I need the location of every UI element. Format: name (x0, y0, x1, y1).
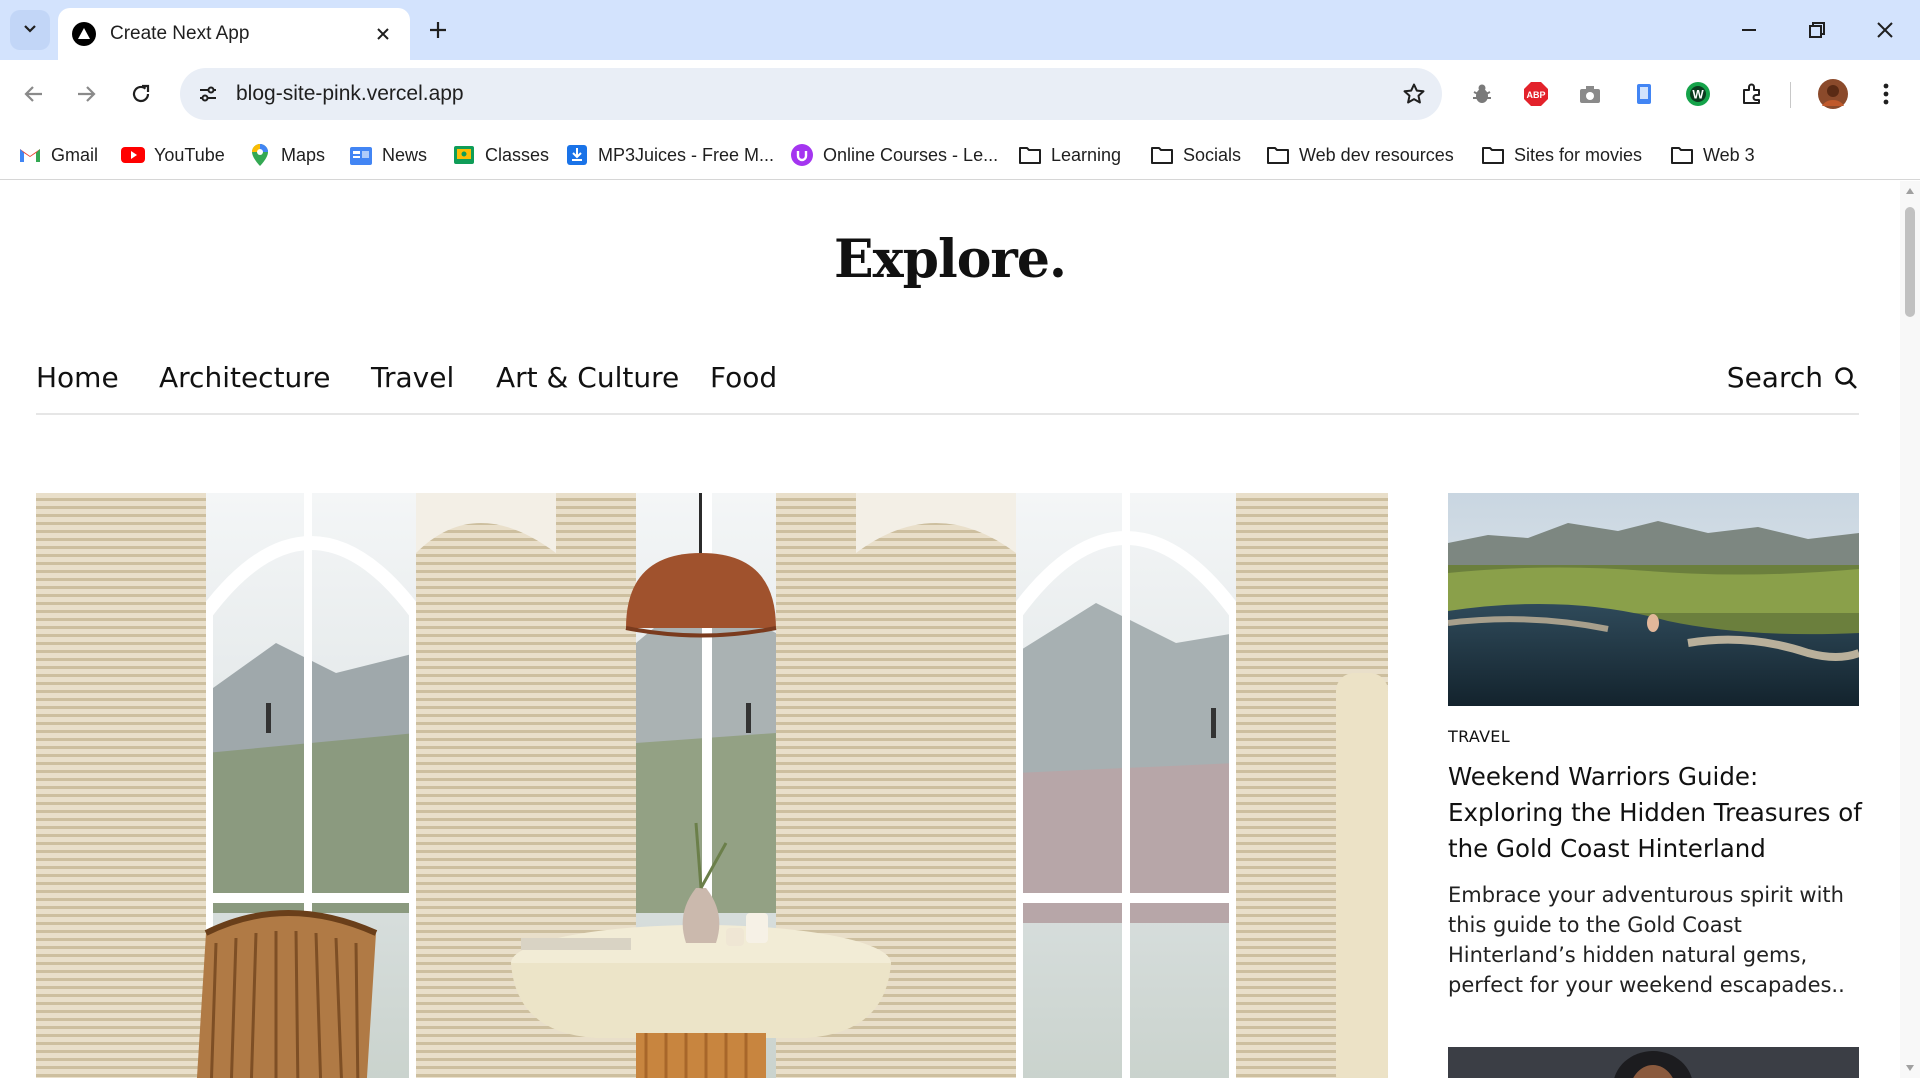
bookmark-folder-web-dev[interactable]: Web dev resources (1266, 140, 1454, 170)
new-tab-button[interactable] (422, 14, 454, 46)
news-icon (349, 143, 373, 167)
bookmark-label: News (382, 144, 428, 165)
bookmark-star-icon[interactable] (1400, 80, 1428, 108)
bookmark-online-courses[interactable]: Online Courses - Le... (790, 140, 998, 170)
main-navigation: Home Architecture Travel Art & Culture F… (36, 361, 1859, 415)
tab-strip: Create Next App (0, 0, 1920, 60)
search-label: Search (1726, 361, 1823, 394)
bookmark-label: Learning (1051, 144, 1122, 165)
nav-food[interactable]: Food (710, 361, 777, 394)
close-window-button[interactable] (1860, 10, 1910, 50)
bookmark-label: Classes (485, 144, 550, 165)
bookmark-label: Web dev resources (1299, 144, 1454, 165)
bookmark-classes[interactable]: Classes (452, 140, 549, 170)
more-menu-icon[interactable] (1868, 76, 1904, 112)
next-article-image[interactable] (1448, 1047, 1859, 1078)
bookmark-folder-socials[interactable]: Socials (1150, 140, 1241, 170)
tab-search-button[interactable] (10, 10, 50, 50)
tab-title: Create Next App (110, 23, 250, 44)
bookmark-label: YouTube (154, 144, 225, 165)
download-icon (565, 143, 589, 167)
bookmark-gmail[interactable]: Gmail (18, 140, 98, 170)
reload-button[interactable] (121, 74, 161, 114)
camera-extension-icon[interactable] (1572, 76, 1608, 112)
svg-text:W: W (1692, 88, 1704, 102)
svg-text:ABP: ABP (1526, 90, 1545, 100)
nav-architecture[interactable]: Architecture (159, 361, 330, 394)
profile-avatar[interactable] (1815, 76, 1851, 112)
folder-icon (1150, 143, 1174, 167)
bookmark-label: Web 3 (1703, 144, 1755, 165)
travel-article-image[interactable] (1448, 493, 1859, 706)
youtube-icon (121, 143, 145, 167)
restore-button[interactable] (1792, 10, 1842, 50)
article-category[interactable]: TRAVEL (1448, 727, 1510, 746)
bookmarks-bar: Gmail YouTube Maps News Classes MP3Juice… (0, 130, 1920, 180)
maps-icon (248, 143, 272, 167)
address-bar[interactable]: blog-site-pink.vercel.app (180, 68, 1442, 120)
scroll-down-arrow-icon[interactable] (1905, 1064, 1915, 1072)
nav-art-culture[interactable]: Art & Culture (496, 361, 679, 394)
bookmark-folder-movies[interactable]: Sites for movies (1481, 140, 1642, 170)
search-button[interactable]: Search (1727, 361, 1859, 394)
search-icon (1835, 366, 1857, 389)
back-button[interactable] (14, 74, 54, 114)
grammar-extension-icon[interactable]: W (1680, 76, 1716, 112)
bookmark-folder-web3[interactable]: Web 3 (1670, 140, 1755, 170)
browser-toolbar: blog-site-pink.vercel.app ABP W (0, 60, 1920, 130)
close-tab-icon[interactable] (370, 21, 396, 47)
scroll-up-arrow-icon[interactable] (1905, 187, 1915, 195)
bookmark-maps[interactable]: Maps (248, 140, 325, 170)
toolbar-divider (1790, 82, 1791, 108)
page-scrollbar[interactable] (1900, 181, 1920, 1078)
folder-icon (1481, 143, 1505, 167)
bookmark-label: Online Courses - Le... (823, 144, 999, 165)
bookmark-label: Gmail (51, 144, 99, 165)
hero-article-image[interactable] (36, 493, 1388, 1078)
minimize-button[interactable] (1724, 10, 1774, 50)
bookmark-label: Sites for movies (1514, 144, 1643, 165)
folder-icon (1018, 143, 1042, 167)
scrollbar-thumb[interactable] (1905, 207, 1915, 317)
nextjs-favicon-icon (72, 22, 96, 46)
folder-icon (1266, 143, 1290, 167)
adblock-plus-icon[interactable]: ABP (1518, 76, 1554, 112)
nav-travel[interactable]: Travel (371, 361, 454, 394)
bookmark-mp3juices[interactable]: MP3Juices - Free M... (565, 140, 774, 170)
web-page: Explore. Home Architecture Travel Art & … (0, 181, 1900, 1078)
bookmark-news[interactable]: News (349, 140, 427, 170)
site-info-icon[interactable] (194, 80, 222, 108)
puzzle-extensions-icon[interactable] (1734, 76, 1770, 112)
bookmark-label: MP3Juices - Free M... (598, 144, 775, 165)
nav-home[interactable]: Home (36, 361, 119, 394)
browser-tab[interactable]: Create Next App (58, 8, 410, 60)
site-logo[interactable]: Explore. (0, 229, 1900, 290)
chevron-down-icon (21, 19, 39, 42)
classes-icon (452, 143, 476, 167)
forward-button[interactable] (66, 74, 106, 114)
article-description: Embrace your adventurous spirit with thi… (1448, 883, 1845, 997)
google-docs-extension-icon[interactable] (1626, 76, 1662, 112)
article-title[interactable]: Weekend Warriors Guide: Exploring the Hi… (1448, 759, 1868, 867)
bookmark-youtube[interactable]: YouTube (121, 140, 225, 170)
udemy-icon (790, 143, 814, 167)
url-text: blog-site-pink.vercel.app (236, 82, 464, 105)
bookmark-label: Socials (1183, 144, 1242, 165)
bookmark-label: Maps (281, 144, 326, 165)
folder-icon (1670, 143, 1694, 167)
bug-extension-icon[interactable] (1464, 76, 1500, 112)
gmail-icon (18, 143, 42, 167)
bookmark-folder-learning[interactable]: Learning (1018, 140, 1121, 170)
